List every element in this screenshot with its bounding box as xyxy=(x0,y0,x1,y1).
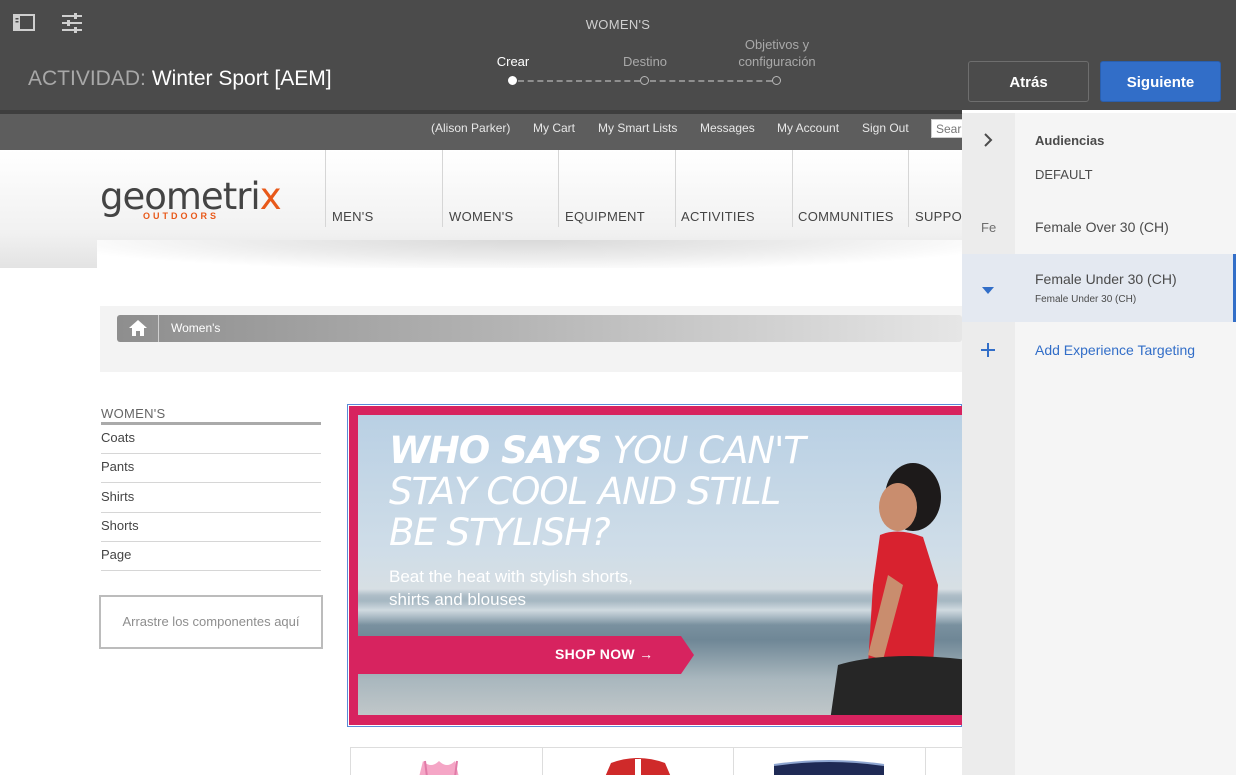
audience-female-under-30[interactable]: Female Under 30 (CH) xyxy=(1035,271,1177,287)
hero-headline-rest: YOU CAN'T xyxy=(601,429,806,472)
step-destino-label[interactable]: Destino xyxy=(575,53,715,70)
breadcrumb xyxy=(117,315,962,342)
product-card[interactable] xyxy=(733,747,925,775)
hero-banner[interactable]: WHO SAYS YOU CAN'T STAY COOL AND STILL B… xyxy=(349,406,962,725)
breadcrumb-womens[interactable]: Women's xyxy=(171,321,220,335)
activity-name: Winter Sport [AEM] xyxy=(151,67,332,90)
hero-headline: WHO SAYS YOU CAN'T STAY COOL AND STILL B… xyxy=(389,429,806,554)
hero-subtitle: Beat the heat with stylish shorts, shirt… xyxy=(389,565,633,611)
product-jacket-image xyxy=(605,758,671,775)
sidebar-item-page[interactable]: Page xyxy=(101,542,321,571)
smart-lists-link[interactable]: My Smart Lists xyxy=(598,121,677,135)
caret-down-icon[interactable] xyxy=(980,283,996,295)
hero-headline-bold: WHO SAYS xyxy=(389,429,603,472)
step-dot[interactable] xyxy=(772,76,781,85)
home-icon[interactable] xyxy=(117,315,159,342)
sidebar-item-coats[interactable]: Coats xyxy=(101,425,321,454)
nav-activities[interactable]: ACTIVITIES xyxy=(681,209,755,224)
chevron-right-icon[interactable] xyxy=(980,132,996,148)
hero-headline-line2: STAY COOL AND STILL xyxy=(389,470,781,513)
nav-communities[interactable]: COMMUNITIES xyxy=(798,209,894,224)
product-tank-top-image xyxy=(419,760,459,775)
messages-link[interactable]: Messages xyxy=(700,121,755,135)
nav-support[interactable]: SUPPO xyxy=(915,209,962,224)
hero-woman-illustration xyxy=(830,463,962,715)
audience-default[interactable]: DEFAULT xyxy=(1035,167,1093,182)
product-card[interactable] xyxy=(925,747,962,775)
my-cart-link[interactable]: My Cart xyxy=(533,121,575,135)
step-crear-label[interactable]: Crear xyxy=(443,53,583,70)
sidebar-title: WOMEN'S xyxy=(101,406,321,425)
product-card[interactable] xyxy=(542,747,733,775)
user-name-link[interactable]: (Alison Parker) xyxy=(431,121,510,135)
my-account-link[interactable]: My Account xyxy=(777,121,839,135)
audience-female-under-30-sub: Female Under 30 (CH) xyxy=(1035,294,1137,305)
sidebar-item-pants[interactable]: Pants xyxy=(101,454,321,483)
activity-heading: ACTIVIDAD: Winter Sport [AEM] xyxy=(28,67,332,91)
plus-icon[interactable] xyxy=(980,342,996,358)
add-experience-targeting-link[interactable]: Add Experience Targeting xyxy=(1035,342,1195,358)
nav-mens[interactable]: MEN'S xyxy=(332,209,374,224)
editor-toolbar: WOMEN'S ACTIVIDAD: Winter Sport [AEM] Cre… xyxy=(0,0,1236,110)
app-root: WOMEN'S ACTIVIDAD: Winter Sport [AEM] Cre… xyxy=(0,0,1236,775)
geometrix-logo[interactable]: geometrix OUTDOORS xyxy=(100,175,282,221)
sign-out-link[interactable]: Sign Out xyxy=(862,121,909,135)
product-shorts-image xyxy=(773,760,885,775)
step-dot[interactable] xyxy=(640,76,649,85)
nav-womens[interactable]: WOMEN'S xyxy=(449,209,514,224)
product-card[interactable] xyxy=(350,747,542,775)
next-button[interactable]: Siguiente xyxy=(1100,61,1221,102)
nav-equipment[interactable]: EQUIPMENT xyxy=(565,209,645,224)
component-dropzone[interactable]: Arrastre los componentes aquí xyxy=(99,595,323,649)
logo-wordmark: geometrix xyxy=(100,175,282,218)
sidebar-item-shirts[interactable]: Shirts xyxy=(101,484,321,513)
audiences-gutter xyxy=(962,113,1015,775)
wizard-stepper: Crear Destino Objetivos y configuración xyxy=(440,30,840,90)
nav-shadow xyxy=(97,240,962,268)
step-connector xyxy=(518,80,640,82)
hero-headline-line3: BE STYLISH? xyxy=(389,511,611,554)
sidebar-item-shorts[interactable]: Shorts xyxy=(101,513,321,542)
back-button[interactable]: Atrás xyxy=(968,61,1089,102)
audiences-title: Audiencias xyxy=(1035,133,1105,148)
audience-female-over-30[interactable]: Female Over 30 (CH) xyxy=(1035,219,1169,235)
step-objetivos-label[interactable]: Objetivos y configuración xyxy=(707,36,847,70)
audience-row-selected[interactable] xyxy=(962,254,1236,322)
audience-abbr: Fe xyxy=(981,220,997,235)
step-connector xyxy=(650,80,772,82)
shop-now-button[interactable]: SHOP NOW → xyxy=(555,646,653,662)
hero-subtitle-line1: Beat the heat with stylish shorts, xyxy=(389,567,633,586)
site-utility-bar: (Alison Parker) My Cart My Smart Lists M… xyxy=(0,110,971,150)
hero-subtitle-line2: shirts and blouses xyxy=(389,590,527,609)
activity-label: ACTIVIDAD: xyxy=(28,67,146,90)
step-dot-active[interactable] xyxy=(508,76,517,85)
